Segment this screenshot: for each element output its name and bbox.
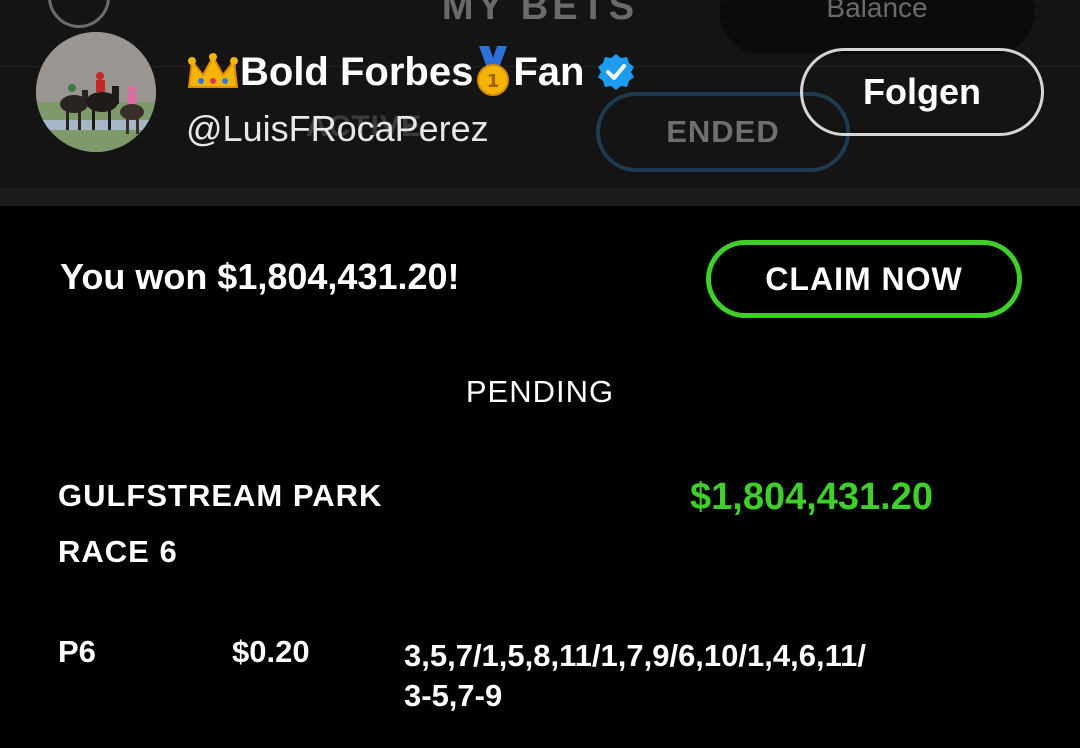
header-divider-band	[0, 188, 1080, 206]
race-label: RACE 6	[58, 534, 178, 569]
status-label: PENDING	[465, 374, 615, 409]
bet-selections-line: 3,5,7/1,5,8,11/1,7,9/6,10/1,4,6,11/	[404, 638, 866, 673]
avatar[interactable]	[36, 32, 156, 152]
avatar-horse-racing-image	[36, 32, 156, 152]
claim-now-button[interactable]: CLAIM NOW	[706, 240, 1022, 318]
win-message: You won $1,804,431.20!	[60, 256, 460, 297]
balance-button[interactable]: Balance	[720, 0, 1034, 54]
medal-emoji-icon: 1	[473, 46, 513, 98]
svg-text:1: 1	[487, 71, 500, 92]
display-name-part2: Fan	[513, 49, 585, 94]
bet-amount: $0.20	[232, 634, 310, 669]
verified-badge-icon	[596, 52, 636, 92]
payout-amount: $1,804,431.20	[690, 476, 934, 518]
bet-selections-line: 3-5,7-9	[404, 678, 503, 713]
track-name: GULFSTREAM PARK	[58, 478, 383, 513]
bet-type: P6	[58, 634, 96, 669]
bet-selections: 3,5,7/1,5,8,11/1,7,9/6,10/1,4,6,11/ 3-5,…	[404, 636, 1004, 716]
display-name-part1: Bold Forbes	[240, 49, 474, 94]
balance-label: Balance	[826, 0, 928, 23]
profile-handle[interactable]: @LuisFRocaPerez	[186, 108, 489, 150]
display-name: Bold Forbes 1 Fan	[186, 44, 636, 100]
crown-emoji-icon	[186, 53, 240, 91]
follow-button[interactable]: Folgen	[800, 48, 1044, 136]
